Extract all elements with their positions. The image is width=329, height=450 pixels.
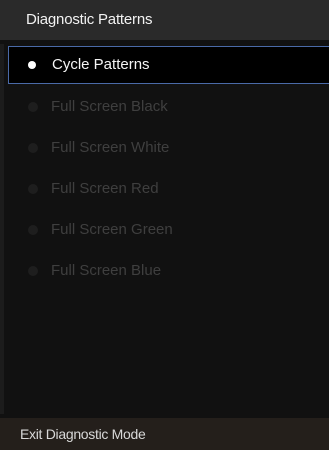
menu-item-cycle-patterns[interactable]: Cycle Patterns [8, 46, 329, 84]
pattern-menu: Cycle Patterns Full Screen Black Full Sc… [8, 46, 329, 292]
menu-item-full-screen-white[interactable]: Full Screen White [8, 128, 329, 168]
exit-diagnostic-mode-button[interactable]: Exit Diagnostic Mode [0, 418, 329, 450]
menu-item-label: Cycle Patterns [52, 56, 150, 73]
radio-icon [28, 266, 38, 276]
menu-item-label: Full Screen Red [51, 180, 159, 197]
menu-item-full-screen-blue[interactable]: Full Screen Blue [8, 251, 329, 291]
panel-left-edge [0, 44, 4, 414]
panel-title: Diagnostic Patterns [0, 0, 329, 40]
radio-icon [28, 225, 38, 235]
menu-item-label: Full Screen Blue [51, 262, 162, 279]
radio-selected-icon [28, 61, 36, 69]
menu-item-label: Full Screen Black [51, 98, 168, 115]
menu-item-label: Full Screen Green [51, 221, 173, 238]
radio-icon [28, 184, 38, 194]
diagnostic-patterns-panel: Diagnostic Patterns Cycle Patterns Full … [0, 0, 329, 450]
radio-icon [28, 143, 38, 153]
radio-icon [28, 102, 38, 112]
menu-item-full-screen-black[interactable]: Full Screen Black [8, 87, 329, 127]
menu-item-full-screen-green[interactable]: Full Screen Green [8, 210, 329, 250]
menu-item-full-screen-red[interactable]: Full Screen Red [8, 169, 329, 209]
menu-item-label: Full Screen White [51, 139, 170, 156]
